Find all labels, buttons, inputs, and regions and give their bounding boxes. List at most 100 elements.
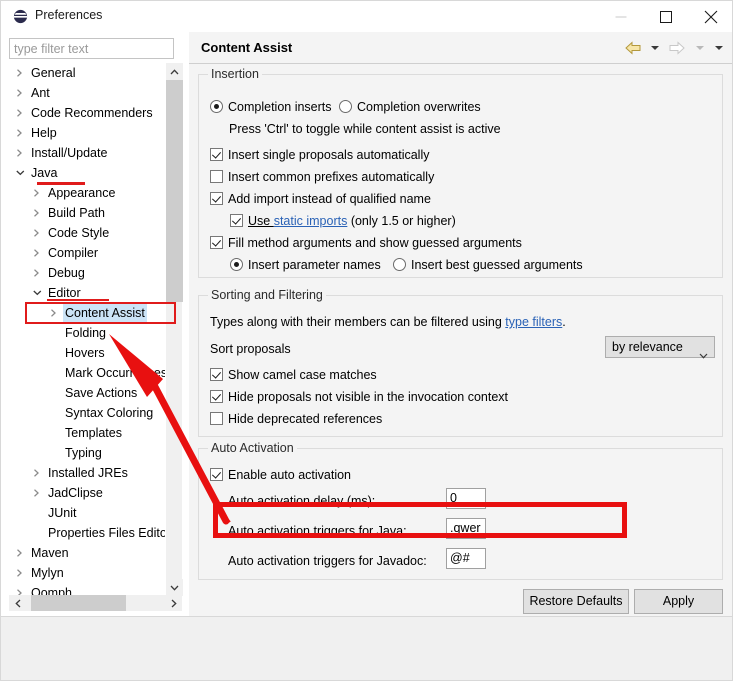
page-nav-toolbar xyxy=(622,40,727,56)
maximize-button[interactable] xyxy=(643,1,688,32)
sidebar-item-label: Save Actions xyxy=(65,386,138,400)
scroll-down-button[interactable] xyxy=(166,579,183,596)
show-camel-case-checkbox[interactable]: Show camel case matches xyxy=(210,367,377,384)
sort-proposals-select[interactable]: by relevance xyxy=(605,336,715,359)
add-import-checkbox[interactable]: Add import instead of qualified name xyxy=(210,191,431,208)
ctrl-toggle-hint: Press 'Ctrl' to toggle while content ass… xyxy=(229,122,501,136)
tree-horizontal-scrollbar[interactable] xyxy=(9,595,182,611)
javadoc-triggers-label: Auto activation triggers for Javadoc: xyxy=(228,554,427,568)
tree-list[interactable]: General Ant Code Recommenders Help Install/U… xyxy=(9,63,165,596)
sidebar-item-general[interactable]: General xyxy=(9,63,165,83)
sidebar-item-syntax-coloring[interactable]: Syntax Coloring xyxy=(9,403,165,423)
view-menu-button[interactable] xyxy=(711,40,727,56)
sidebar-item-junit[interactable]: JUnit xyxy=(9,503,165,523)
sidebar-item-label: Content Assist xyxy=(63,303,147,323)
back-button[interactable] xyxy=(622,40,644,56)
sidebar-item-compiler[interactable]: Compiler xyxy=(9,243,165,263)
chevron-right-icon[interactable] xyxy=(30,263,44,283)
page-header: Content Assist xyxy=(189,32,732,64)
insert-best-guessed-radio[interactable]: Insert best guessed arguments xyxy=(393,257,583,274)
checkbox-indicator xyxy=(210,390,223,403)
sidebar-item-typing[interactable]: Typing xyxy=(9,443,165,463)
chevron-right-icon[interactable] xyxy=(47,303,61,323)
scroll-right-button[interactable] xyxy=(165,595,182,611)
sidebar-item-content-assist[interactable]: Content Assist xyxy=(9,303,165,323)
use-static-imports-checkbox[interactable]: Use static imports (only 1.5 or higher) xyxy=(230,213,456,230)
search-input[interactable]: type filter text xyxy=(9,38,174,59)
chevron-right-icon[interactable] xyxy=(13,103,27,123)
hide-not-visible-checkbox[interactable]: Hide proposals not visible in the invoca… xyxy=(210,389,508,406)
sidebar-item-appearance[interactable]: Appearance xyxy=(9,183,165,203)
scroll-thumb-horizontal[interactable] xyxy=(31,595,126,611)
sidebar-item-help[interactable]: Help xyxy=(9,123,165,143)
chevron-right-icon[interactable] xyxy=(30,203,44,223)
window-title: Preferences xyxy=(35,8,103,22)
sidebar-item-editor[interactable]: Editor xyxy=(9,283,165,303)
checkbox-indicator xyxy=(210,192,223,205)
scroll-thumb[interactable] xyxy=(166,80,183,302)
chevron-right-icon[interactable] xyxy=(13,123,27,143)
sidebar-item-mylyn[interactable]: Mylyn xyxy=(9,563,165,583)
sidebar-item-label: Code Recommenders xyxy=(31,106,153,120)
fill-method-arguments-checkbox[interactable]: Fill method arguments and show guessed a… xyxy=(210,235,522,252)
type-filters-description: Types along with their members can be fi… xyxy=(210,314,566,331)
sidebar-item-maven[interactable]: Maven xyxy=(9,543,165,563)
minimize-button[interactable] xyxy=(598,1,643,32)
chevron-right-icon[interactable] xyxy=(13,63,27,83)
sidebar-item-installed-jres[interactable]: Installed JREs xyxy=(9,463,165,483)
sidebar-item-debug[interactable]: Debug xyxy=(9,263,165,283)
scroll-left-button[interactable] xyxy=(9,595,26,611)
chevron-right-icon[interactable] xyxy=(13,143,27,163)
chevron-right-icon[interactable] xyxy=(13,563,27,583)
auto-activation-delay-input[interactable]: 0 xyxy=(446,488,486,509)
java-triggers-input[interactable]: .qwer xyxy=(446,518,486,539)
sidebar-item-hovers[interactable]: Hovers xyxy=(9,343,165,363)
radio-indicator xyxy=(339,100,352,113)
chevron-right-icon[interactable] xyxy=(30,223,44,243)
sidebar-item-templates[interactable]: Templates xyxy=(9,423,165,443)
chevron-right-icon[interactable] xyxy=(30,183,44,203)
tree-vertical-scrollbar[interactable] xyxy=(165,63,183,596)
chevron-right-icon[interactable] xyxy=(30,243,44,263)
sidebar-item-mark-occurrences[interactable]: Mark Occurrences xyxy=(9,363,165,383)
completion-inserts-radio[interactable]: Completion inserts xyxy=(210,99,332,116)
hide-deprecated-checkbox[interactable]: Hide deprecated references xyxy=(210,411,382,428)
hide-not-visible-label: Hide proposals not visible in the invoca… xyxy=(228,390,509,404)
chevron-right-icon[interactable] xyxy=(13,543,27,563)
completion-overwrites-radio[interactable]: Completion overwrites xyxy=(339,99,481,116)
restore-defaults-button[interactable]: Restore Defaults xyxy=(523,589,629,614)
sidebar-item-jadclipse[interactable]: JadClipse xyxy=(9,483,165,503)
sidebar-item-label: Install/Update xyxy=(31,146,108,160)
sidebar-item-build-path[interactable]: Build Path xyxy=(9,203,165,223)
insert-parameter-names-radio[interactable]: Insert parameter names xyxy=(230,257,381,274)
javadoc-triggers-input[interactable]: @# xyxy=(446,548,486,569)
chevron-down-icon[interactable] xyxy=(30,283,44,303)
scroll-up-button[interactable] xyxy=(166,63,183,80)
sidebar-item-label: Typing xyxy=(65,446,102,460)
sidebar-item-folding[interactable]: Folding xyxy=(9,323,165,343)
sidebar-item-ant[interactable]: Ant xyxy=(9,83,165,103)
chevron-right-icon[interactable] xyxy=(30,483,44,503)
preferences-tree: General Ant Code Recommenders Help Install/U… xyxy=(9,63,183,611)
enable-auto-activation-checkbox[interactable]: Enable auto activation xyxy=(210,467,351,484)
chevron-down-icon[interactable] xyxy=(13,163,27,183)
chevron-right-icon[interactable] xyxy=(13,83,27,103)
sidebar-item-java[interactable]: Java xyxy=(9,163,165,183)
chevron-right-icon[interactable] xyxy=(30,463,44,483)
chevron-down-icon xyxy=(650,46,659,50)
type-filters-link[interactable]: type filters xyxy=(505,315,562,329)
sidebar-item-code-style[interactable]: Code Style xyxy=(9,223,165,243)
apply-button[interactable]: Apply xyxy=(634,589,723,614)
sidebar-item-code-recommenders[interactable]: Code Recommenders xyxy=(9,103,165,123)
use-prefix-label: Use xyxy=(248,214,274,228)
insert-common-prefixes-checkbox[interactable]: Insert common prefixes automatically xyxy=(210,169,434,186)
close-icon xyxy=(704,10,717,23)
close-button[interactable] xyxy=(688,1,732,32)
sidebar-item-label: Syntax Coloring xyxy=(65,406,154,420)
back-dropdown-button[interactable] xyxy=(647,40,663,56)
static-imports-link[interactable]: static imports xyxy=(274,214,348,228)
insert-single-proposals-checkbox[interactable]: Insert single proposals automatically xyxy=(210,147,430,164)
sidebar-item-install-update[interactable]: Install/Update xyxy=(9,143,165,163)
sidebar-item-properties-files-editor[interactable]: Properties Files Editor xyxy=(9,523,165,543)
sidebar-item-save-actions[interactable]: Save Actions xyxy=(9,383,165,403)
